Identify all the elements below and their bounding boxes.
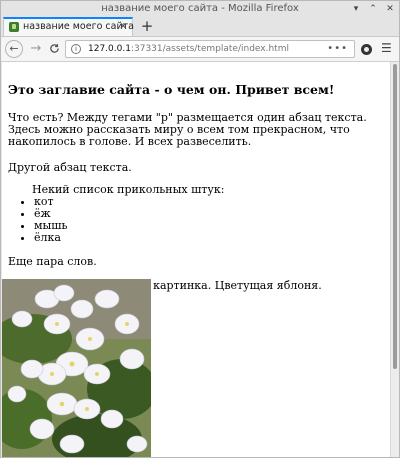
paragraph-2: Другой абзац текста. <box>8 161 132 174</box>
list-block: Некий список прикольных штук: кот ёж мыш… <box>8 184 388 244</box>
list-item: ёлка <box>34 232 388 244</box>
url-text: 127.0.0.1:37331/assets/template/index.ht… <box>88 44 289 54</box>
vertical-scrollbar[interactable] <box>390 62 399 457</box>
paragraph-3: Еще пара слов. <box>8 255 97 268</box>
reload-icon <box>49 44 59 53</box>
paragraph-1: Что есть? Между тегами "p" размещается о… <box>8 111 367 148</box>
page-actions-icon[interactable]: ••• <box>327 41 348 57</box>
hamburger-menu-icon[interactable]: ☰ <box>381 41 392 55</box>
extension-icon[interactable] <box>361 44 372 55</box>
address-bar[interactable]: i 127.0.0.1:37331/assets/template/index.… <box>65 40 355 58</box>
page-content: Это заглавие сайта - о чем он. Привет вс… <box>2 62 390 457</box>
page-heading: Это заглавие сайта - о чем он. Привет вс… <box>8 82 335 97</box>
list-item: кот <box>34 196 388 208</box>
list-item: мышь <box>34 220 388 232</box>
minimize-button[interactable]: ▾ <box>351 4 361 14</box>
list-caption: Некий список прикольных штук: <box>32 183 225 196</box>
new-tab-button[interactable]: + <box>139 17 155 36</box>
navigation-bar: ← → i 127.0.0.1:37331/assets/template/in… <box>1 37 399 62</box>
tab-active[interactable]: название моего сайта ✕ <box>3 17 134 36</box>
bullet-list: кот ёж мышь ёлка <box>8 196 388 244</box>
tab-close-icon[interactable]: ✕ <box>119 19 127 35</box>
title-bar: название моего сайта - Mozilla Firefox ▾… <box>1 1 399 17</box>
apple-blossom-image <box>2 279 151 457</box>
apple-blossom-picture <box>2 279 151 457</box>
browser-window: название моего сайта - Mozilla Firefox ▾… <box>0 0 400 458</box>
close-window-button[interactable]: ✕ <box>385 4 395 14</box>
forward-button[interactable]: → <box>27 40 45 58</box>
tab-strip: название моего сайта ✕ + <box>1 17 399 37</box>
scrollbar-thumb[interactable] <box>393 64 397 369</box>
window-title: название моего сайта - Mozilla Firefox <box>101 3 299 14</box>
tab-label: название моего сайта <box>23 21 134 32</box>
window-controls: ▾ ⌃ ✕ <box>351 1 395 17</box>
info-icon[interactable]: i <box>71 44 81 54</box>
maximize-button[interactable]: ⌃ <box>368 4 378 14</box>
back-button[interactable]: ← <box>5 40 23 58</box>
list-item: ёж <box>34 208 388 220</box>
reload-button[interactable] <box>45 40 63 58</box>
site-favicon-icon <box>9 22 19 32</box>
